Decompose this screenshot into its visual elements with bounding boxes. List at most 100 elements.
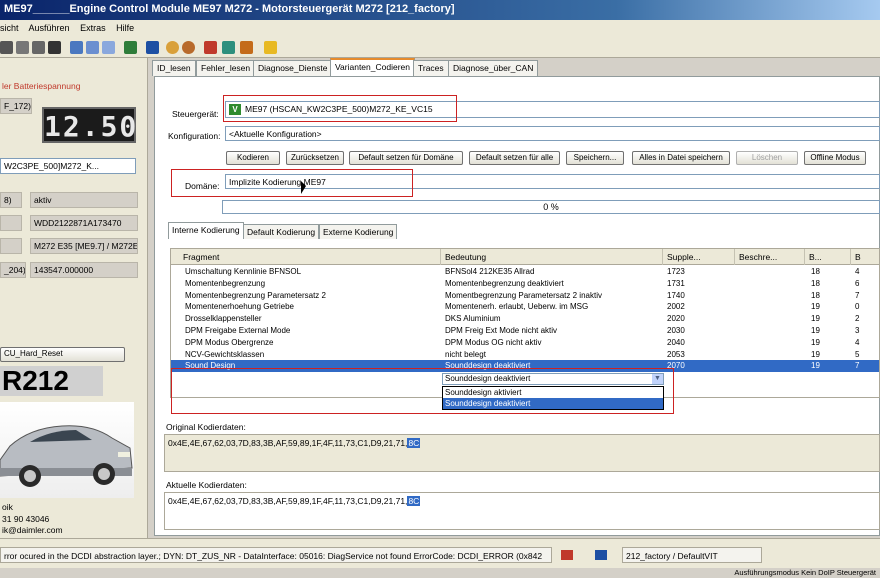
tab-interne-kodierung[interactable]: Interne Kodierung [168, 222, 244, 239]
tile-view-icon[interactable] [102, 41, 115, 54]
cell-bedeutung: nicht belegt [445, 349, 486, 359]
stop-icon[interactable] [146, 41, 159, 54]
table-row[interactable]: Momentenerhoehung Getriebe Momentenerh. e… [171, 301, 879, 313]
bedeutung-combo[interactable]: Sounddesign deaktiviert ▼ [442, 373, 664, 385]
original-kodierdaten-label: Original Kodierdaten: [166, 422, 246, 432]
help-icon[interactable] [264, 41, 277, 54]
cell-supplement: 2030 [667, 326, 685, 335]
cell-bedeutung: DKS Aluminium [445, 314, 501, 324]
cell-bedeutung: Momentenbegrenzung deaktiviert [445, 278, 564, 288]
menu-ausfuehren[interactable]: Ausführen [29, 23, 70, 33]
zuruecksetzen-button[interactable]: Zurücksetzen [286, 151, 344, 165]
loeschen-button[interactable]: Löschen [736, 151, 798, 165]
cell-fragment: Sound Design [185, 361, 236, 371]
valid-badge-icon: V [229, 104, 241, 115]
aktuelle-kodierdaten-field[interactable]: 0x4E,4E,67,62,03,7D,83,3B,AF,59,89,1F,4F… [164, 492, 880, 530]
table-row[interactable]: Momentenbegrenzung Parametersatz 2 Moment… [171, 290, 879, 302]
chevron-down-icon[interactable]: ▼ [652, 374, 663, 384]
speichern-button[interactable]: Speichern... [566, 151, 624, 165]
table-row[interactable]: DPM Freigabe External Mode DPM Freig Ext … [171, 325, 879, 337]
tab-fehler-lesen[interactable]: Fehler_lesen [196, 60, 256, 76]
menu-extras[interactable]: Extras [80, 23, 106, 33]
konfiguration-label: Konfiguration: [168, 131, 221, 141]
tab-diagnose-dienste[interactable]: Diagnose_Dienste [253, 60, 333, 76]
cell-byte: 19 [811, 314, 820, 324]
menu-hilfe[interactable]: Hilfe [116, 23, 134, 33]
paste-icon[interactable] [32, 41, 45, 54]
table-row[interactable]: DPM Modus Obergrenze DPM Modus OG nicht a… [171, 337, 879, 349]
table-row[interactable]: Momentenbegrenzung Momentenbegrenzung dea… [171, 278, 879, 290]
cell-byte: 18 [811, 278, 820, 288]
battery-warning: ler Batteriespannung [2, 81, 81, 91]
steuergeraet-select[interactable]: V ME97 (HSCAN_KW2C3PE_500)M272_KE_VC15 [225, 101, 880, 118]
default-domaene-button[interactable]: Default setzen für Domäne [349, 151, 463, 165]
table-row[interactable]: Sound Design Sounddesign deaktiviert 2070 1… [171, 360, 879, 372]
settings-icon[interactable] [182, 41, 195, 54]
col-bit[interactable]: B [851, 249, 879, 265]
tab-id-lesen[interactable]: ID_lesen [152, 60, 196, 76]
flash-status-icon[interactable] [561, 550, 573, 560]
window-icon[interactable] [70, 41, 83, 54]
cell-bit: 4 [855, 337, 860, 347]
col-byte[interactable]: B... [805, 249, 851, 265]
copy-icon[interactable] [16, 41, 29, 54]
cell-fragment: Umschaltung Kennlinie BFNSOL [185, 267, 302, 276]
menu-ansicht[interactable]: sicht [0, 23, 19, 33]
progress-bar: 0 % [222, 200, 880, 214]
tab-externe-kodierung[interactable]: Externe Kodierung [319, 224, 398, 239]
cell-bit: 7 [855, 290, 860, 300]
tab-traces[interactable]: Traces [413, 60, 449, 76]
tab-varianten-codieren[interactable]: Varianten_Codieren [330, 58, 415, 76]
cell-byte: 19 [811, 302, 820, 312]
cell-fragment: Momentenbegrenzung Parametersatz 2 [185, 290, 326, 300]
cell-supplement: 2053 [667, 349, 685, 359]
cell-supplement: 2002 [667, 302, 685, 312]
offline-modus-button[interactable]: Offline Modus [804, 151, 866, 165]
cell-fragment: NCV-Gewichtsklassen [185, 349, 265, 359]
grid-header: Fragment Bedeutung Supple... Beschre... … [171, 249, 879, 265]
tab-default-kodierung[interactable]: Default Kodierung [243, 224, 320, 239]
col-fragment[interactable]: Fragment [179, 249, 441, 265]
cut-icon[interactable] [0, 41, 13, 54]
tab-diagnose-ueber-can[interactable]: Diagnose_über_CAN [448, 60, 539, 76]
table-row[interactable]: NCV-Gewichtsklassen nicht belegt 2053 19 5 [171, 349, 879, 361]
contact-email[interactable]: ik@daimler.com [2, 525, 63, 535]
network-icon[interactable] [222, 41, 235, 54]
default-alle-button[interactable]: Default setzen für alle [469, 151, 560, 165]
table-row[interactable]: Umschaltung Kennlinie BFNSOL BFNSol4 212K… [171, 266, 879, 278]
cell-bedeutung: Momentbegrenzung Parametersatz 2 inaktiv [445, 290, 602, 300]
alles-speichern-button[interactable]: Alles in Datei speichern [632, 151, 730, 165]
connect-icon[interactable] [124, 41, 137, 54]
col-supplement[interactable]: Supple... [663, 249, 735, 265]
flash-icon[interactable] [204, 41, 217, 54]
ecu-icon[interactable] [166, 41, 179, 54]
dropdown-option-aktiviert[interactable]: Sounddesign aktiviert [443, 387, 663, 398]
model-label: R212 [0, 366, 103, 396]
ecu-hard-reset-button[interactable]: CU_Hard_Reset [0, 347, 125, 362]
info-label-4: _204) [0, 262, 26, 278]
col-bedeutung[interactable]: Bedeutung [441, 249, 663, 265]
info-label-2 [0, 215, 22, 231]
dropdown-option-deaktiviert[interactable]: Sounddesign deaktiviert [443, 398, 663, 409]
login-icon[interactable] [595, 550, 607, 560]
left-panel: ler Batteriespannung F_172) 12.50 W2C3PE… [0, 58, 148, 538]
cell-supplement: 1723 [667, 267, 685, 276]
steuergeraet-label: Steuergerät: [172, 109, 219, 119]
cell-bit: 0 [855, 302, 860, 312]
cell-bit: 5 [855, 349, 860, 359]
variant-field: W2C3PE_500]M272_K... [0, 158, 136, 174]
kodieren-button[interactable]: Kodieren [226, 151, 280, 165]
cell-byte: 19 [811, 361, 820, 371]
mouse-cursor-icon [301, 181, 306, 194]
cell-bedeutung: DPM Freig Ext Mode nicht aktiv [445, 326, 558, 335]
table-row[interactable]: Drosselklappensteller DKS Aluminium 2020 19… [171, 313, 879, 325]
split-view-icon[interactable] [86, 41, 99, 54]
export-icon[interactable] [240, 41, 253, 54]
domaene-label: Domäne: [185, 181, 220, 191]
original-kodierdaten-field[interactable]: 0x4E,4E,67,62,03,7D,83,3B,AF,59,89,1F,4F… [164, 434, 880, 472]
delete-icon[interactable] [48, 41, 61, 54]
domaene-select[interactable]: Implizite Kodierung ME97 [225, 174, 880, 189]
konfiguration-select[interactable]: <Aktuelle Konfiguration> [225, 126, 880, 141]
status-bar: rror ocured in the DCDI abstraction laye… [0, 538, 880, 568]
col-beschreibung[interactable]: Beschre... [735, 249, 805, 265]
